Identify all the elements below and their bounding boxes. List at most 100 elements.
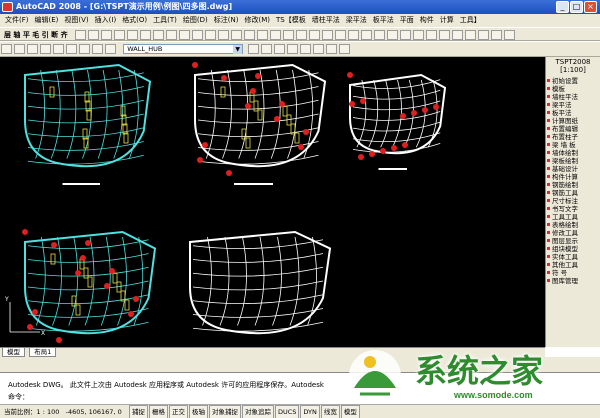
menu-item[interactable]: 格式(O) [119, 14, 150, 27]
toolbar-button-icon[interactable] [1, 44, 12, 54]
toolbar-button-icon[interactable] [79, 44, 90, 54]
toolbar-button-icon[interactable] [451, 30, 463, 40]
autocad-app-icon[interactable] [2, 2, 13, 12]
command-prompt[interactable]: 命令： [8, 392, 29, 402]
toolbar-button-icon[interactable] [425, 30, 437, 40]
toolbar-button-icon[interactable] [105, 44, 116, 54]
toolbar-button-icon[interactable] [66, 44, 77, 54]
toolbar-button-icon[interactable] [113, 30, 125, 40]
floor-plan-2[interactable] [192, 62, 327, 185]
panel-item[interactable]: 初始设置 [546, 77, 600, 85]
toolbar-button-icon[interactable] [230, 30, 242, 40]
menu-item[interactable]: 修改(M) [241, 14, 273, 27]
toolbar-button-icon[interactable] [287, 44, 299, 54]
toolbar-button-icon[interactable] [274, 44, 286, 54]
status-toggle-button[interactable]: DYN [300, 405, 320, 418]
status-toggle-button[interactable]: 极轴 [188, 405, 208, 418]
menu-item[interactable]: 标注(N) [211, 14, 242, 27]
panel-item[interactable]: 书写文字 [546, 205, 600, 213]
close-button[interactable]: × [584, 1, 597, 13]
panel-item[interactable]: 工具工具 [546, 213, 600, 221]
toolbar-button-icon[interactable] [100, 30, 112, 40]
status-toggle-button[interactable]: 对象追踪 [241, 405, 274, 418]
menu-item[interactable]: 工具(T) [150, 14, 180, 27]
panel-item[interactable]: 梁平法 [546, 101, 600, 109]
toolbar-button-icon[interactable] [261, 44, 273, 54]
toolbar-button-icon[interactable] [74, 30, 86, 40]
toolbar-button-icon[interactable] [334, 30, 346, 40]
tab-layout1[interactable]: 布局1 [29, 348, 57, 357]
toolbar-button-icon[interactable] [92, 44, 103, 54]
panel-item[interactable]: 构件计算 [546, 173, 600, 181]
toolbar-button-icon[interactable] [339, 44, 351, 54]
menu-item[interactable]: 墙柱平法 [309, 14, 343, 27]
menu-item[interactable]: 绘图(D) [180, 14, 211, 27]
toolbar-button-icon[interactable] [248, 44, 260, 54]
toolbar-button-icon[interactable] [126, 30, 138, 40]
toolbar-button-icon[interactable] [477, 30, 489, 40]
menu-item[interactable]: TS【模板 [273, 14, 309, 27]
panel-item[interactable]: 表格绘制 [546, 221, 600, 229]
panel-item[interactable]: 尺寸标注 [546, 197, 600, 205]
toolbar-button-icon[interactable] [295, 30, 307, 40]
menu-item[interactable]: 平面 [397, 14, 417, 27]
floor-plan-3[interactable] [347, 72, 447, 170]
panel-item[interactable]: 基础设计 [546, 165, 600, 173]
status-toggle-button[interactable]: 正交 [168, 405, 188, 418]
toolbar-button-icon[interactable] [139, 30, 151, 40]
toolbar-button-icon[interactable] [321, 30, 333, 40]
menu-item[interactable]: 梁平法 [343, 14, 370, 27]
floor-plan-5[interactable] [189, 230, 332, 347]
toolbar-button-icon[interactable] [490, 30, 502, 40]
panel-item[interactable]: 布置柱子 [546, 133, 600, 141]
toolbar-button-icon[interactable] [14, 44, 25, 54]
tab-model[interactable]: 模型 [2, 348, 25, 357]
floor-plan-1[interactable] [24, 63, 152, 185]
panel-item[interactable]: 钢筋绘制 [546, 181, 600, 189]
toolbar-button-icon[interactable] [386, 30, 398, 40]
layer-dropdown[interactable]: WALL_HUB ▼ [123, 44, 244, 54]
menu-item[interactable]: 编辑(E) [32, 14, 62, 27]
toolbar-button-icon[interactable] [308, 30, 320, 40]
toolbar-button-icon[interactable] [326, 44, 338, 54]
panel-item[interactable]: 修改工具 [546, 229, 600, 237]
toolbar-button-icon[interactable] [191, 30, 203, 40]
drawing-area[interactable]: Y X [0, 57, 545, 347]
panel-item[interactable]: 梁 墙 板 [546, 141, 600, 149]
status-toggle-button[interactable]: DUCS [274, 405, 300, 418]
drawing-canvas[interactable]: Y X [0, 57, 545, 347]
chevron-down-icon[interactable]: ▼ [233, 45, 243, 54]
toolbar-button-icon[interactable] [464, 30, 476, 40]
toolbar-button-icon[interactable] [165, 30, 177, 40]
toolbar-button-icon[interactable] [300, 44, 312, 54]
menu-item[interactable]: 文件(F) [2, 14, 32, 27]
toolbar-button-icon[interactable] [27, 44, 38, 54]
panel-item[interactable]: 梁板绘制 [546, 157, 600, 165]
status-toggle-button[interactable]: 线宽 [320, 405, 340, 418]
panel-item[interactable]: 墙柱平法 [546, 93, 600, 101]
panel-item[interactable]: 板平法 [546, 109, 600, 117]
minimize-button[interactable]: _ [556, 1, 569, 13]
toolbar-button-icon[interactable] [204, 30, 216, 40]
toolbar-button-icon[interactable] [152, 30, 164, 40]
menu-item[interactable]: 构件 [417, 14, 437, 27]
status-toggle-button[interactable]: 栅格 [148, 405, 168, 418]
toolbar-button-icon[interactable] [399, 30, 411, 40]
menu-item[interactable]: 视图(V) [61, 14, 91, 27]
toolbar-button-icon[interactable] [243, 30, 255, 40]
toolbar-button-icon[interactable] [217, 30, 229, 40]
panel-item[interactable]: 图库管理 [546, 277, 600, 285]
toolbar-button-icon[interactable] [53, 44, 64, 54]
panel-item[interactable]: 其他工具 [546, 261, 600, 269]
status-toggle-button[interactable]: 捕捉 [128, 405, 148, 418]
toolbar-button-icon[interactable] [503, 30, 515, 40]
toolbar-button-icon[interactable] [313, 44, 325, 54]
panel-item[interactable]: 布置编辑 [546, 125, 600, 133]
toolbar-button-icon[interactable] [87, 30, 99, 40]
toolbar-button-icon[interactable] [438, 30, 450, 40]
toolbar-button-icon[interactable] [373, 30, 385, 40]
menu-item[interactable]: 工具】 [457, 14, 484, 27]
toolbar-button-icon[interactable] [282, 30, 294, 40]
panel-item[interactable]: 组块模型 [546, 245, 600, 253]
panel-item[interactable]: 计算图纸 [546, 117, 600, 125]
